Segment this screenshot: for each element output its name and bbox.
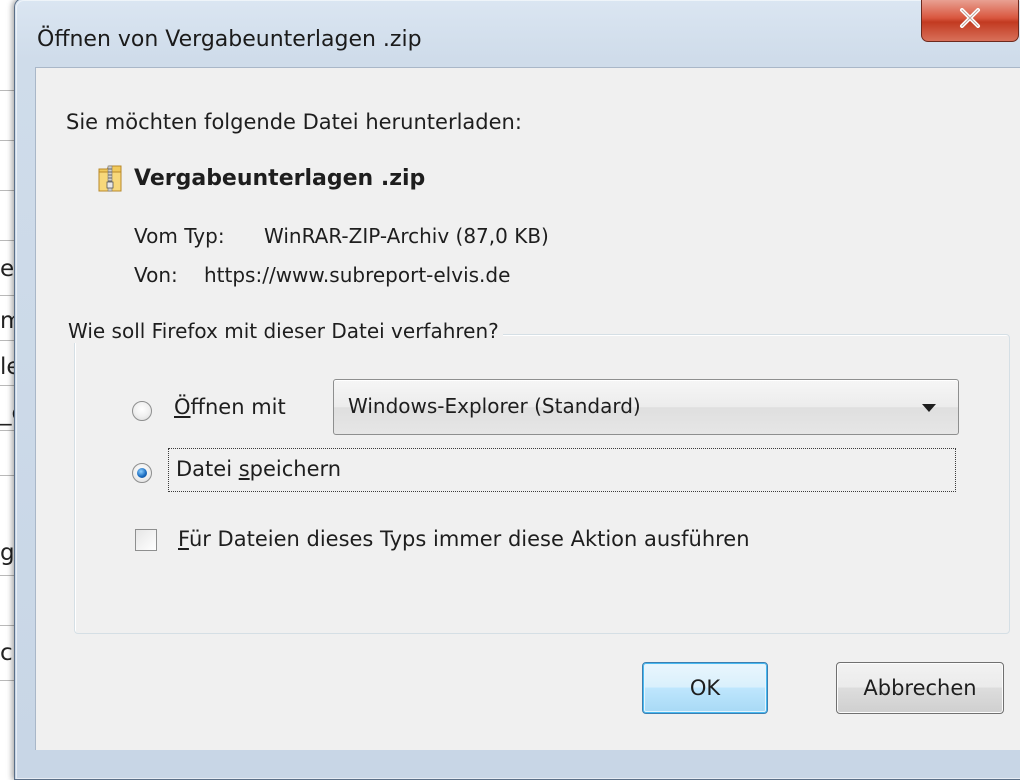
file-source-label: Von: (134, 263, 178, 287)
file-name: Vergabeunterlagen .zip (134, 166, 426, 191)
close-button[interactable] (921, 0, 1019, 42)
bg-text-fragment: ei (0, 256, 14, 282)
open-with-radio[interactable] (132, 401, 152, 421)
always-do-label[interactable]: Für Dateien dieses Typs immer diese Akti… (178, 527, 750, 551)
save-file-label[interactable]: Datei speichern (176, 457, 341, 481)
open-with-accesskey: Ö (174, 395, 191, 419)
zip-folder-icon (98, 165, 122, 192)
close-icon (960, 8, 980, 28)
action-group-legend: Wie soll Firefox mit dieser Datei verfah… (64, 319, 503, 343)
download-dialog: Öffnen von Vergabeunterlagen .zip Sie mö… (14, 0, 1020, 780)
dialog-title: Öffnen von Vergabeunterlagen .zip (37, 27, 422, 52)
always-do-label-text: ür Dateien dieses Typs immer diese Aktio… (188, 527, 750, 551)
cancel-button[interactable]: Abbrechen (836, 662, 1004, 714)
always-do-checkbox[interactable] (135, 529, 157, 551)
save-file-label-prefix: Datei (176, 457, 239, 481)
open-with-app-value: Windows-Explorer (Standard) (348, 394, 641, 418)
bg-text-fragment: ge (0, 540, 14, 566)
bg-text-fragment: le (0, 354, 14, 380)
dropdown-arrow-icon (922, 404, 936, 412)
bg-text-fragment: c (0, 640, 13, 666)
download-prompt: Sie möchten folgende Datei herunterladen… (66, 110, 522, 134)
bg-text-fragment: _c (0, 400, 14, 426)
open-with-app-select[interactable]: Windows-Explorer (Standard) (333, 379, 959, 435)
ok-button[interactable]: OK (642, 662, 768, 714)
bg-text-fragment: m (0, 308, 14, 334)
always-do-accesskey: F (178, 527, 189, 551)
save-file-accesskey: s (238, 457, 250, 481)
file-type-label: Vom Typ: (134, 224, 225, 248)
open-with-label-text: ffnen mit (190, 395, 286, 419)
dialog-client-area: Sie möchten folgende Datei herunterladen… (35, 67, 1020, 750)
save-file-radio[interactable] (132, 463, 152, 483)
open-with-label[interactable]: Öffnen mit (174, 395, 286, 419)
save-file-label-suffix: peichern (249, 457, 342, 481)
file-type-value: WinRAR-ZIP-Archiv (87,0 KB) (264, 224, 549, 248)
file-source-value: https://www.subreport-elvis.de (204, 263, 511, 287)
